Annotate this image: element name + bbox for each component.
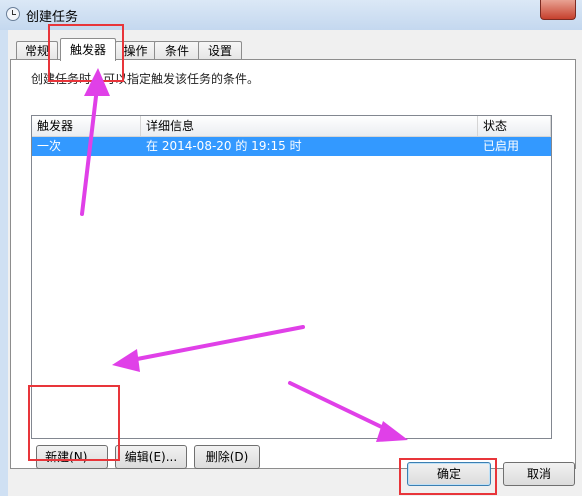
tab-actions[interactable]: 操作: [115, 41, 156, 60]
trigger-list[interactable]: 触发器 详细信息 状态 一次 在 2014-08-20 的 19:15 时 已启…: [31, 115, 552, 439]
dialog-body: 常规 触发器 操作 条件 设置 创建任务时，可以指定触发该任务的条件。 触发器 …: [8, 30, 582, 496]
cell-trigger: 一次: [37, 139, 62, 153]
cell-details: 在 2014-08-20 的 19:15 时: [146, 139, 302, 153]
ok-button[interactable]: 确定: [407, 462, 491, 486]
tab-triggers[interactable]: 触发器: [60, 38, 116, 61]
cancel-button[interactable]: 取消: [503, 462, 575, 486]
column-header-trigger[interactable]: 触发器: [32, 116, 141, 136]
column-header-details[interactable]: 详细信息: [141, 116, 478, 136]
close-button[interactable]: [540, 0, 576, 20]
cell-status: 已启用: [483, 139, 520, 153]
tab-settings[interactable]: 设置: [198, 41, 242, 60]
window-title: 创建任务: [26, 10, 79, 25]
title-bar: 创建任务: [0, 0, 582, 30]
new-button[interactable]: 新建(N)...: [36, 445, 108, 469]
delete-button[interactable]: 删除(D): [194, 445, 260, 469]
column-header-status[interactable]: 状态: [478, 116, 551, 136]
tab-panel-triggers: 创建任务时，可以指定触发该任务的条件。 触发器 详细信息 状态 一次 在 201…: [10, 59, 576, 469]
clock-icon: [6, 7, 20, 21]
table-row[interactable]: 一次 在 2014-08-20 的 19:15 时 已启用: [32, 137, 551, 156]
tab-conditions[interactable]: 条件: [154, 41, 200, 60]
list-header: 触发器 详细信息 状态: [32, 116, 551, 137]
description-text: 创建任务时，可以指定触发该任务的条件。: [31, 72, 260, 86]
tab-general[interactable]: 常规: [16, 41, 58, 60]
edit-button[interactable]: 编辑(E)...: [115, 445, 187, 469]
